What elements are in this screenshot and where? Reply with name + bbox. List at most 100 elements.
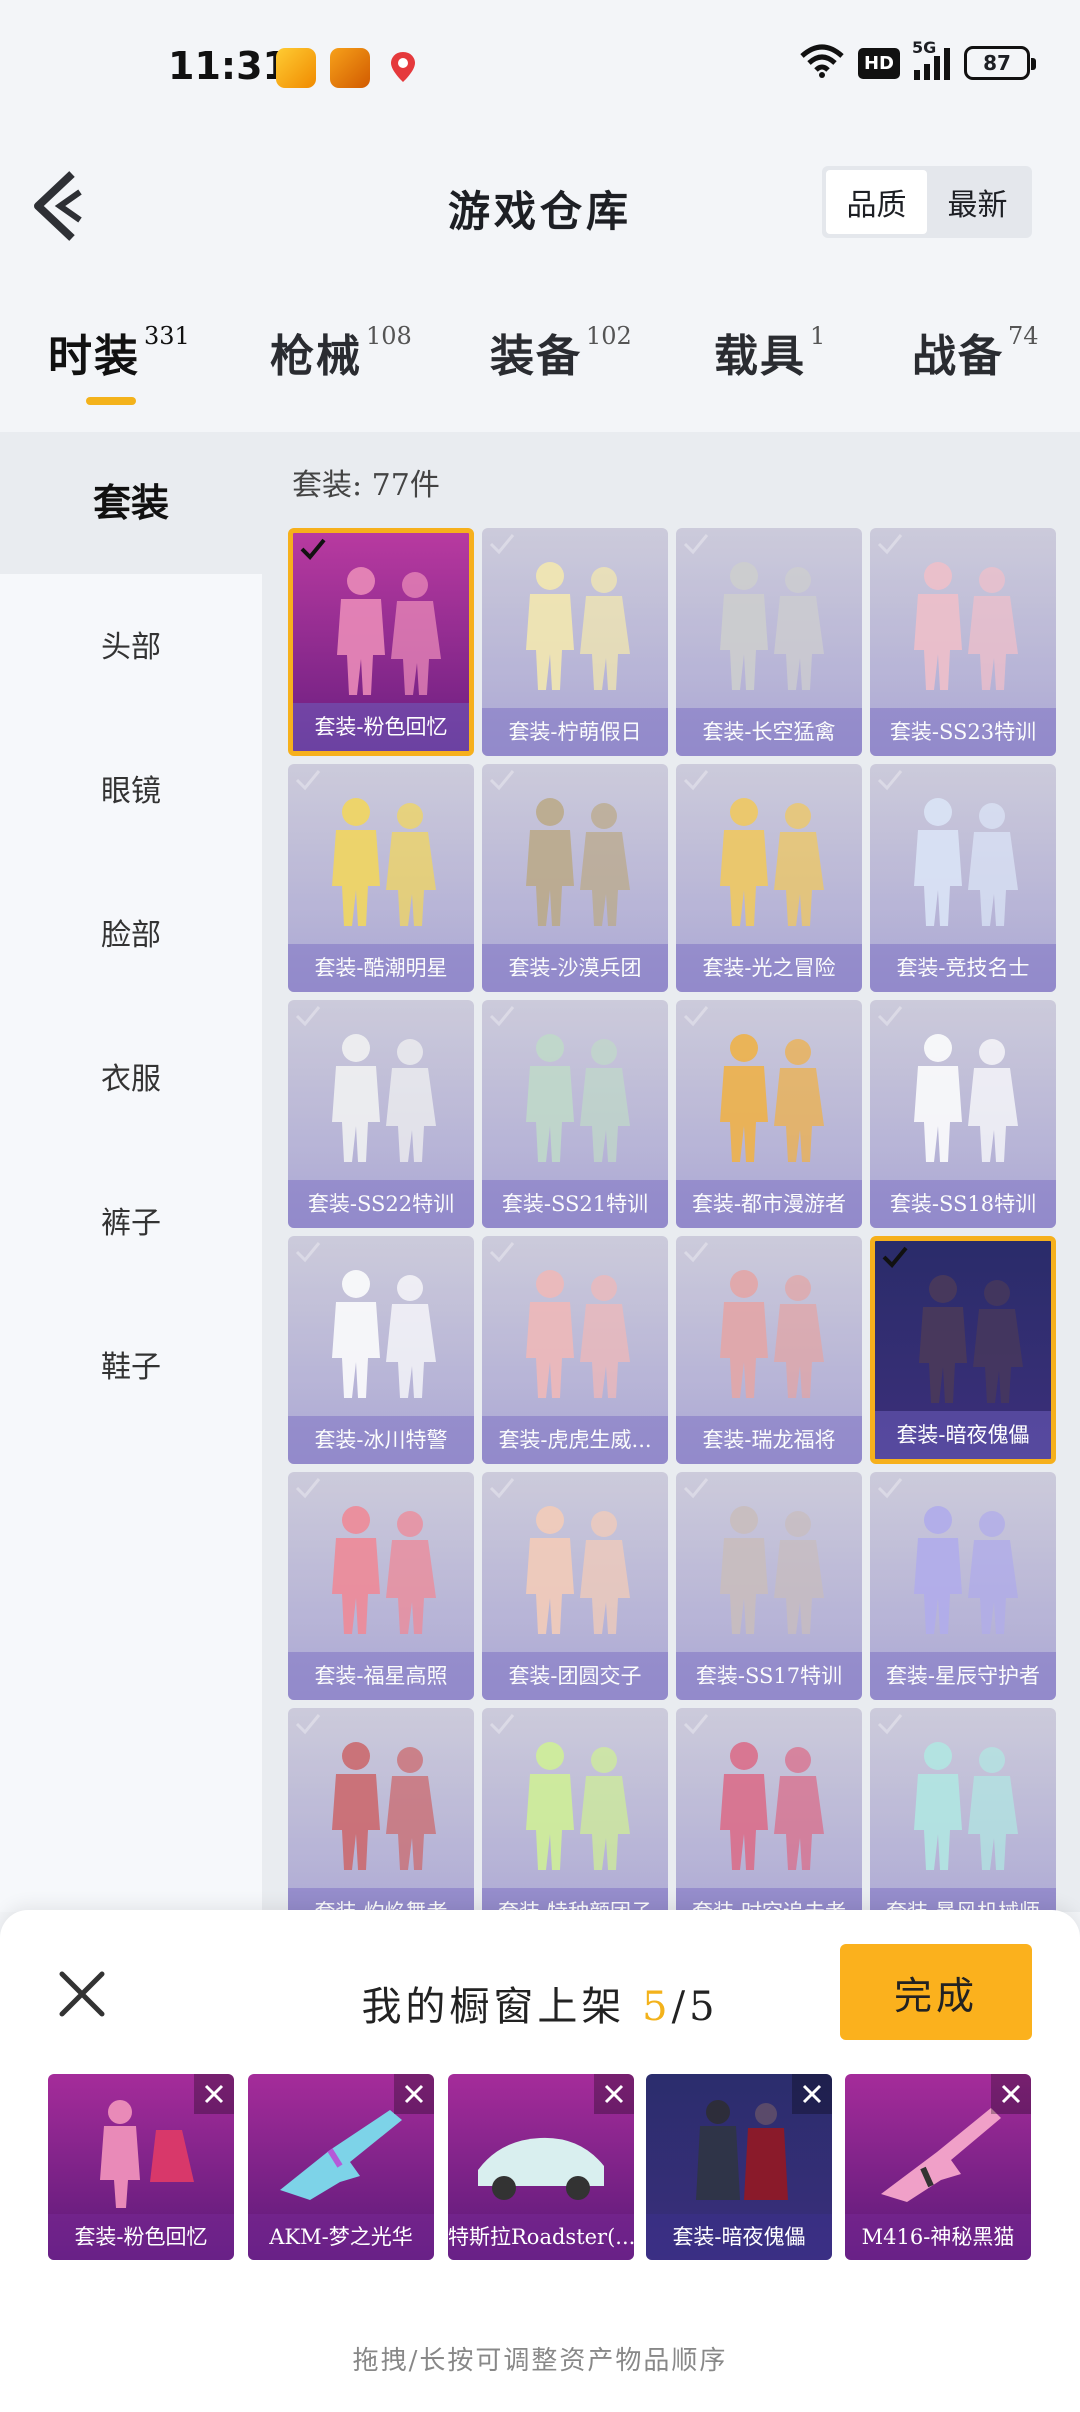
item-card-label: 套装-冰川特警 (288, 1416, 474, 1464)
network-type: 5G (912, 38, 937, 57)
item-card-label: 套装-时空追击者 (676, 1888, 862, 1912)
item-card-label: 套装-酷潮明星 (288, 944, 474, 992)
tab-label: 载具 (714, 331, 806, 382)
item-card[interactable]: 套装-粉色回忆 (288, 528, 474, 756)
tab-equipment[interactable]: 装备 102 (490, 320, 632, 384)
item-card-label: 套装-柠萌假日 (482, 708, 668, 756)
item-card[interactable]: 套装-团圆交子 (482, 1472, 668, 1700)
tab-count: 1 (810, 322, 826, 350)
app-notification-icon (276, 48, 316, 88)
outfit-image-icon (526, 562, 630, 690)
item-card[interactable]: 套装-瑞龙福将 (676, 1236, 862, 1464)
tab-label: 枪械 (270, 331, 362, 382)
item-card-label: 套装-特种颜团子 (482, 1888, 668, 1912)
outfit-image-icon (720, 1270, 824, 1398)
outfit-image-icon (720, 1506, 824, 1634)
outfit-image-icon (526, 1034, 630, 1162)
outfit-image-icon (914, 798, 1018, 926)
check-icon (877, 534, 903, 555)
sidebar-item-suits[interactable]: 套装 (0, 432, 262, 574)
showcase-slot[interactable]: M416-神秘黑猫 (845, 2074, 1031, 2260)
item-card-label: 套装-灼焰舞者 (288, 1888, 474, 1912)
item-card[interactable]: 套装-灼焰舞者 (288, 1708, 474, 1912)
sidebar-item-pants[interactable]: 裤子 (0, 1198, 262, 1242)
subcategory-sidebar: 套装 头部 眼镜 脸部 衣服 裤子 鞋子 (0, 432, 262, 1912)
sort-latest-button[interactable]: 最新 (927, 170, 1028, 234)
outfit-image-icon (914, 1742, 1018, 1870)
active-tab-indicator (86, 397, 136, 405)
check-icon (683, 1006, 709, 1027)
item-card[interactable]: 套装-SS18特训 (870, 1000, 1056, 1228)
item-card[interactable]: 套装-星辰守护者 (870, 1472, 1056, 1700)
item-card[interactable]: 套装-都市漫游者 (676, 1000, 862, 1228)
sidebar-item-face[interactable]: 脸部 (0, 910, 262, 954)
item-card[interactable]: 套装-冰川特警 (288, 1236, 474, 1464)
item-card[interactable]: 套装-柠萌假日 (482, 528, 668, 756)
item-card[interactable]: 套装-SS22特训 (288, 1000, 474, 1228)
item-card[interactable]: 套装-暗夜傀儡 (870, 1236, 1056, 1464)
sort-quality-button[interactable]: 品质 (826, 170, 927, 234)
outfit-image-icon (332, 1506, 436, 1634)
showcase-slot[interactable]: 套装-粉色回忆 (48, 2074, 234, 2260)
remove-item-button[interactable] (991, 2074, 1031, 2114)
showcase-slot[interactable]: 套装-暗夜傀儡 (646, 2074, 832, 2260)
page-header: 游戏仓库 品质 最新 (0, 140, 1080, 270)
outfit-image-icon (332, 1742, 436, 1870)
done-button[interactable]: 完成 (840, 1944, 1032, 2040)
item-card[interactable]: 套装-福星高照 (288, 1472, 474, 1700)
check-icon (489, 1006, 515, 1027)
item-card-label: 套装-SS23特训 (870, 708, 1056, 756)
item-card[interactable]: 套装-虎虎生威... (482, 1236, 668, 1464)
close-icon (802, 2084, 822, 2104)
item-card-label: 套装-SS17特训 (676, 1652, 862, 1700)
item-card[interactable]: 套装-SS21特训 (482, 1000, 668, 1228)
check-icon (683, 1478, 709, 1499)
item-card[interactable]: 套装-暴风机械师 (870, 1708, 1056, 1912)
showcase-total-count: /5 (671, 1984, 719, 2030)
tab-count: 331 (144, 322, 190, 350)
item-card[interactable]: 套装-特种颜团子 (482, 1708, 668, 1912)
item-card[interactable]: 套装-光之冒险 (676, 764, 862, 992)
showcase-title-text: 我的橱窗上架 (361, 1984, 626, 2030)
tab-battle-gear[interactable]: 战备 74 (912, 320, 1039, 384)
sidebar-item-glasses[interactable]: 眼镜 (0, 766, 262, 810)
showcase-item-label: 套装-粉色回忆 (48, 2214, 234, 2260)
check-icon (295, 1478, 321, 1499)
check-icon (489, 770, 515, 791)
item-card[interactable]: 套装-长空猛禽 (676, 528, 862, 756)
remove-item-button[interactable] (594, 2074, 634, 2114)
item-card[interactable]: 套装-酷潮明星 (288, 764, 474, 992)
outfit-image-icon (720, 562, 824, 690)
outfit-image-icon (720, 1034, 824, 1162)
item-card-label: 套装-竞技名士 (870, 944, 1056, 992)
item-card[interactable]: 套装-时空追击者 (676, 1708, 862, 1912)
outfit-image-icon (332, 1034, 436, 1162)
tab-vehicles[interactable]: 载具 1 (714, 320, 825, 384)
tab-guns[interactable]: 枪械 108 (270, 320, 412, 384)
sidebar-item-head[interactable]: 头部 (0, 622, 262, 666)
sidebar-item-shoes[interactable]: 鞋子 (0, 1342, 262, 1386)
sidebar-item-clothes[interactable]: 衣服 (0, 1054, 262, 1098)
showcase-slot[interactable]: 特斯拉Roadster(... (448, 2074, 634, 2260)
showcase-item-image-icon (478, 2137, 604, 2200)
item-card[interactable]: 套装-沙漠兵团 (482, 764, 668, 992)
tab-label: 时装 (48, 331, 140, 382)
check-icon (489, 1478, 515, 1499)
item-card[interactable]: 套装-SS23特训 (870, 528, 1056, 756)
tab-fashion[interactable]: 时装 331 (48, 320, 190, 384)
item-card-label: 套装-光之冒险 (676, 944, 862, 992)
remove-item-button[interactable] (792, 2074, 832, 2114)
item-card[interactable]: 套装-SS17特训 (676, 1472, 862, 1700)
remove-item-button[interactable] (394, 2074, 434, 2114)
check-icon (683, 1242, 709, 1263)
showcase-slot[interactable]: AKM-梦之光华 (248, 2074, 434, 2260)
showcase-item-image-icon (100, 2100, 194, 2208)
remove-item-button[interactable] (194, 2074, 234, 2114)
signal-icon: 5G (912, 38, 950, 80)
showcase-item-image-icon (280, 2110, 402, 2200)
item-card[interactable]: 套装-竞技名士 (870, 764, 1056, 992)
status-bar: 11:31 HD 5G 87 (0, 0, 1080, 140)
hd-badge: HD (857, 47, 900, 79)
battery-level: 87 (983, 51, 1011, 75)
outfit-image-icon (919, 1275, 1023, 1403)
